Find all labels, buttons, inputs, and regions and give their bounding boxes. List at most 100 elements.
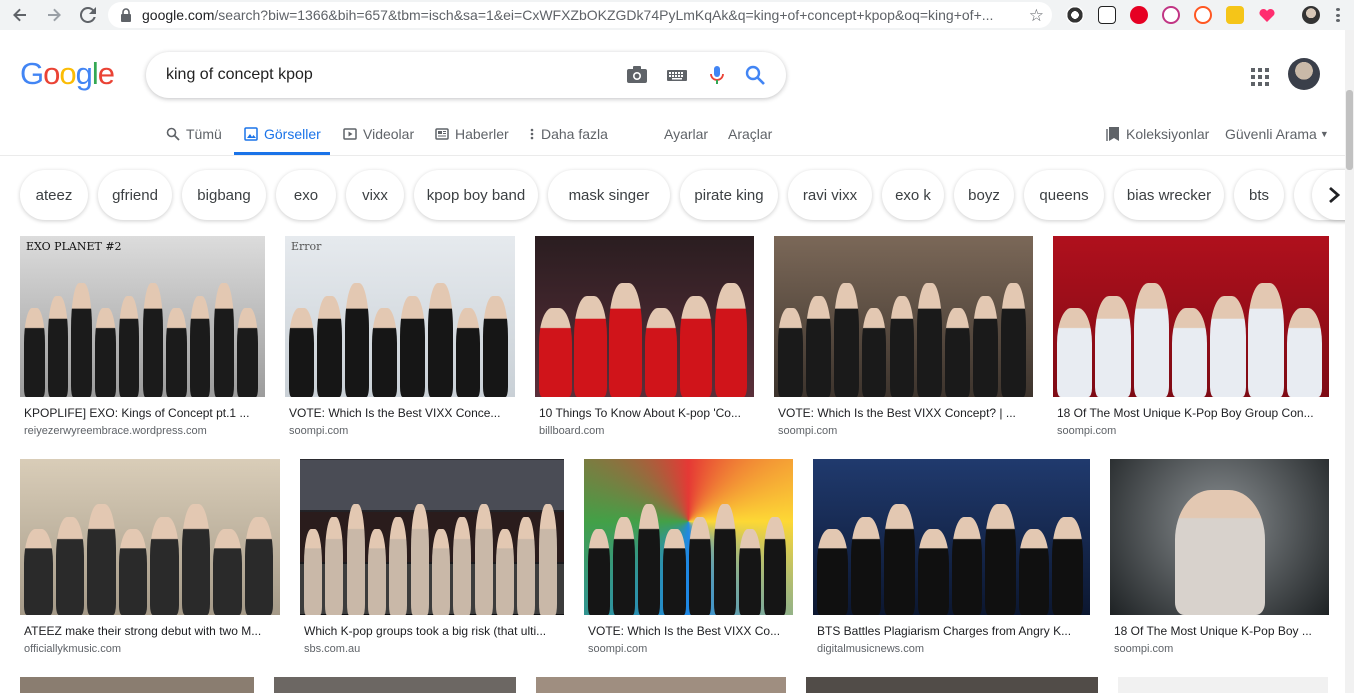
image-result[interactable]: BTS Battles Plagiarism Charges from Angr… bbox=[813, 459, 1090, 657]
page-scrollbar[interactable] bbox=[1345, 30, 1354, 693]
result-source[interactable]: soompi.com bbox=[1114, 643, 1173, 655]
result-thumbnail[interactable]: Error bbox=[285, 236, 515, 397]
image-result[interactable]: 18 Of The Most Unique K-Pop Boy Group Co… bbox=[1053, 236, 1329, 439]
result-thumbnail[interactable]: EXO PLANET #2 bbox=[20, 236, 265, 397]
tab-images[interactable]: Görseller bbox=[244, 124, 321, 144]
back-button[interactable] bbox=[8, 3, 32, 27]
related-chip[interactable]: bts bbox=[1234, 170, 1284, 220]
reload-button[interactable] bbox=[76, 3, 100, 27]
instagram-icon[interactable] bbox=[1162, 6, 1180, 24]
related-chip[interactable]: exo bbox=[276, 170, 336, 220]
result-title[interactable]: 10 Things To Know About K-pop 'Co... bbox=[539, 406, 750, 420]
search-icon[interactable] bbox=[744, 64, 766, 86]
related-chip[interactable]: gfriend bbox=[98, 170, 172, 220]
result-source[interactable]: officiallykmusic.com bbox=[24, 643, 121, 655]
result-title[interactable]: VOTE: Which Is the Best VIXX Co... bbox=[588, 624, 789, 638]
address-bar[interactable]: google.com/search?biw=1366&bih=657&tbm=i… bbox=[108, 2, 1052, 28]
result-thumbnail[interactable] bbox=[1110, 459, 1329, 615]
image-result[interactable]: Which K-pop groups took a big risk (that… bbox=[300, 459, 564, 657]
result-source[interactable]: soompi.com bbox=[588, 643, 647, 655]
extension-icon-1[interactable] bbox=[1066, 6, 1084, 24]
result-title[interactable]: 18 Of The Most Unique K-Pop Boy Group Co… bbox=[1057, 406, 1325, 420]
image-result[interactable]: VOTE: Which Is the Best VIXX Co... soompi… bbox=[584, 459, 793, 657]
image-result[interactable]: ATEEZ make their strong debut with two M… bbox=[20, 459, 280, 657]
related-chip[interactable]: ravi vixx bbox=[788, 170, 872, 220]
lock-icon bbox=[121, 8, 131, 22]
related-chip[interactable]: vixx bbox=[346, 170, 404, 220]
result-title[interactable]: 18 Of The Most Unique K-Pop Boy ... bbox=[1114, 624, 1325, 638]
person-figure bbox=[889, 295, 915, 397]
pinterest-icon[interactable] bbox=[1130, 6, 1148, 24]
settings-link[interactable]: Ayarlar bbox=[664, 124, 708, 144]
related-chip[interactable]: ateez bbox=[20, 170, 88, 220]
keyboard-icon[interactable] bbox=[666, 64, 688, 86]
result-title[interactable]: VOTE: Which Is the Best VIXX Concept? | … bbox=[778, 406, 1029, 420]
forward-button[interactable] bbox=[42, 3, 66, 27]
bookmark-star-icon[interactable]: ☆ bbox=[1029, 6, 1044, 26]
partial-thumbnail[interactable] bbox=[536, 677, 786, 693]
result-source[interactable]: sbs.com.au bbox=[304, 643, 360, 655]
tab-news[interactable]: Haberler bbox=[435, 124, 509, 144]
related-chip[interactable]: bigbang bbox=[182, 170, 266, 220]
result-title[interactable]: VOTE: Which Is the Best VIXX Conce... bbox=[289, 406, 511, 420]
result-thumbnail[interactable] bbox=[1053, 236, 1329, 397]
person-figure bbox=[1001, 282, 1026, 397]
heart-icon[interactable] bbox=[1258, 6, 1276, 24]
person-figure bbox=[24, 308, 45, 397]
image-result[interactable]: VOTE: Which Is the Best VIXX Concept? | … bbox=[774, 236, 1033, 439]
browser-menu-icon[interactable] bbox=[1336, 8, 1340, 22]
related-chip[interactable]: bias wrecker bbox=[1114, 170, 1224, 220]
image-result[interactable]: EXO PLANET #2 KPOPLIFE] EXO: Kings of Con… bbox=[20, 236, 265, 439]
result-title[interactable]: ATEEZ make their strong debut with two M… bbox=[24, 624, 276, 638]
result-thumbnail[interactable] bbox=[774, 236, 1033, 397]
image-result[interactable]: 18 Of The Most Unique K-Pop Boy ... soomp… bbox=[1110, 459, 1329, 657]
related-chip[interactable]: mask singer bbox=[548, 170, 670, 220]
tools-link[interactable]: Araçlar bbox=[728, 124, 772, 144]
google-logo[interactable]: Google bbox=[20, 56, 115, 92]
related-chip[interactable]: kpop boy band bbox=[414, 170, 538, 220]
result-thumbnail[interactable] bbox=[300, 459, 564, 615]
tab-more[interactable]: Daha fazla bbox=[529, 124, 608, 144]
result-source[interactable]: soompi.com bbox=[778, 425, 837, 437]
profile-avatar-icon[interactable] bbox=[1302, 6, 1320, 24]
person-figure bbox=[432, 529, 450, 615]
collections-link[interactable]: Koleksiyonlar bbox=[1106, 124, 1209, 144]
result-source[interactable]: billboard.com bbox=[539, 425, 604, 437]
account-avatar[interactable] bbox=[1288, 58, 1320, 90]
search-box[interactable]: king of concept kpop bbox=[146, 52, 786, 98]
search-input[interactable]: king of concept kpop bbox=[166, 66, 313, 84]
result-title[interactable]: BTS Battles Plagiarism Charges from Angr… bbox=[817, 624, 1086, 638]
person-figure bbox=[372, 308, 397, 397]
result-source[interactable]: soompi.com bbox=[289, 425, 348, 437]
tab-videos[interactable]: Videolar bbox=[343, 124, 414, 144]
result-thumbnail[interactable] bbox=[813, 459, 1090, 615]
image-result[interactable]: Error VOTE: Which Is the Best VIXX Conce.… bbox=[285, 236, 515, 439]
extension-icon-6[interactable] bbox=[1226, 6, 1244, 24]
related-chip[interactable]: boyz bbox=[954, 170, 1014, 220]
related-chip[interactable]: exo k bbox=[882, 170, 944, 220]
related-chip[interactable]: queens bbox=[1024, 170, 1104, 220]
partial-thumbnail[interactable] bbox=[274, 677, 516, 693]
result-source[interactable]: soompi.com bbox=[1057, 425, 1116, 437]
partial-thumbnail[interactable] bbox=[806, 677, 1098, 693]
microphone-icon[interactable] bbox=[706, 64, 728, 86]
partial-thumbnail[interactable] bbox=[20, 677, 254, 693]
result-thumbnail[interactable] bbox=[20, 459, 280, 615]
safe-search-dropdown[interactable]: Güvenli Arama ▼ bbox=[1225, 124, 1329, 144]
extension-icon-2[interactable] bbox=[1098, 6, 1116, 24]
result-thumbnail[interactable] bbox=[584, 459, 793, 615]
partial-thumbnail[interactable] bbox=[1118, 677, 1328, 693]
image-result[interactable]: 10 Things To Know About K-pop 'Co... bill… bbox=[535, 236, 754, 439]
tab-all[interactable]: Tümü bbox=[166, 124, 222, 144]
result-source[interactable]: digitalmusicnews.com bbox=[817, 643, 924, 655]
camera-icon[interactable] bbox=[626, 64, 648, 86]
result-title[interactable]: Which K-pop groups took a big risk (that… bbox=[304, 624, 560, 638]
result-source[interactable]: reiyezerwyreembrace.wordpress.com bbox=[24, 425, 207, 437]
person-figure bbox=[427, 282, 453, 397]
google-apps-icon[interactable] bbox=[1251, 68, 1269, 86]
result-title[interactable]: KPOPLIFE] EXO: Kings of Concept pt.1 ... bbox=[24, 406, 261, 420]
scrollbar-thumb[interactable] bbox=[1346, 90, 1353, 170]
extension-icon-5[interactable] bbox=[1194, 6, 1212, 24]
related-chip[interactable]: pirate king bbox=[680, 170, 778, 220]
result-thumbnail[interactable] bbox=[535, 236, 754, 397]
